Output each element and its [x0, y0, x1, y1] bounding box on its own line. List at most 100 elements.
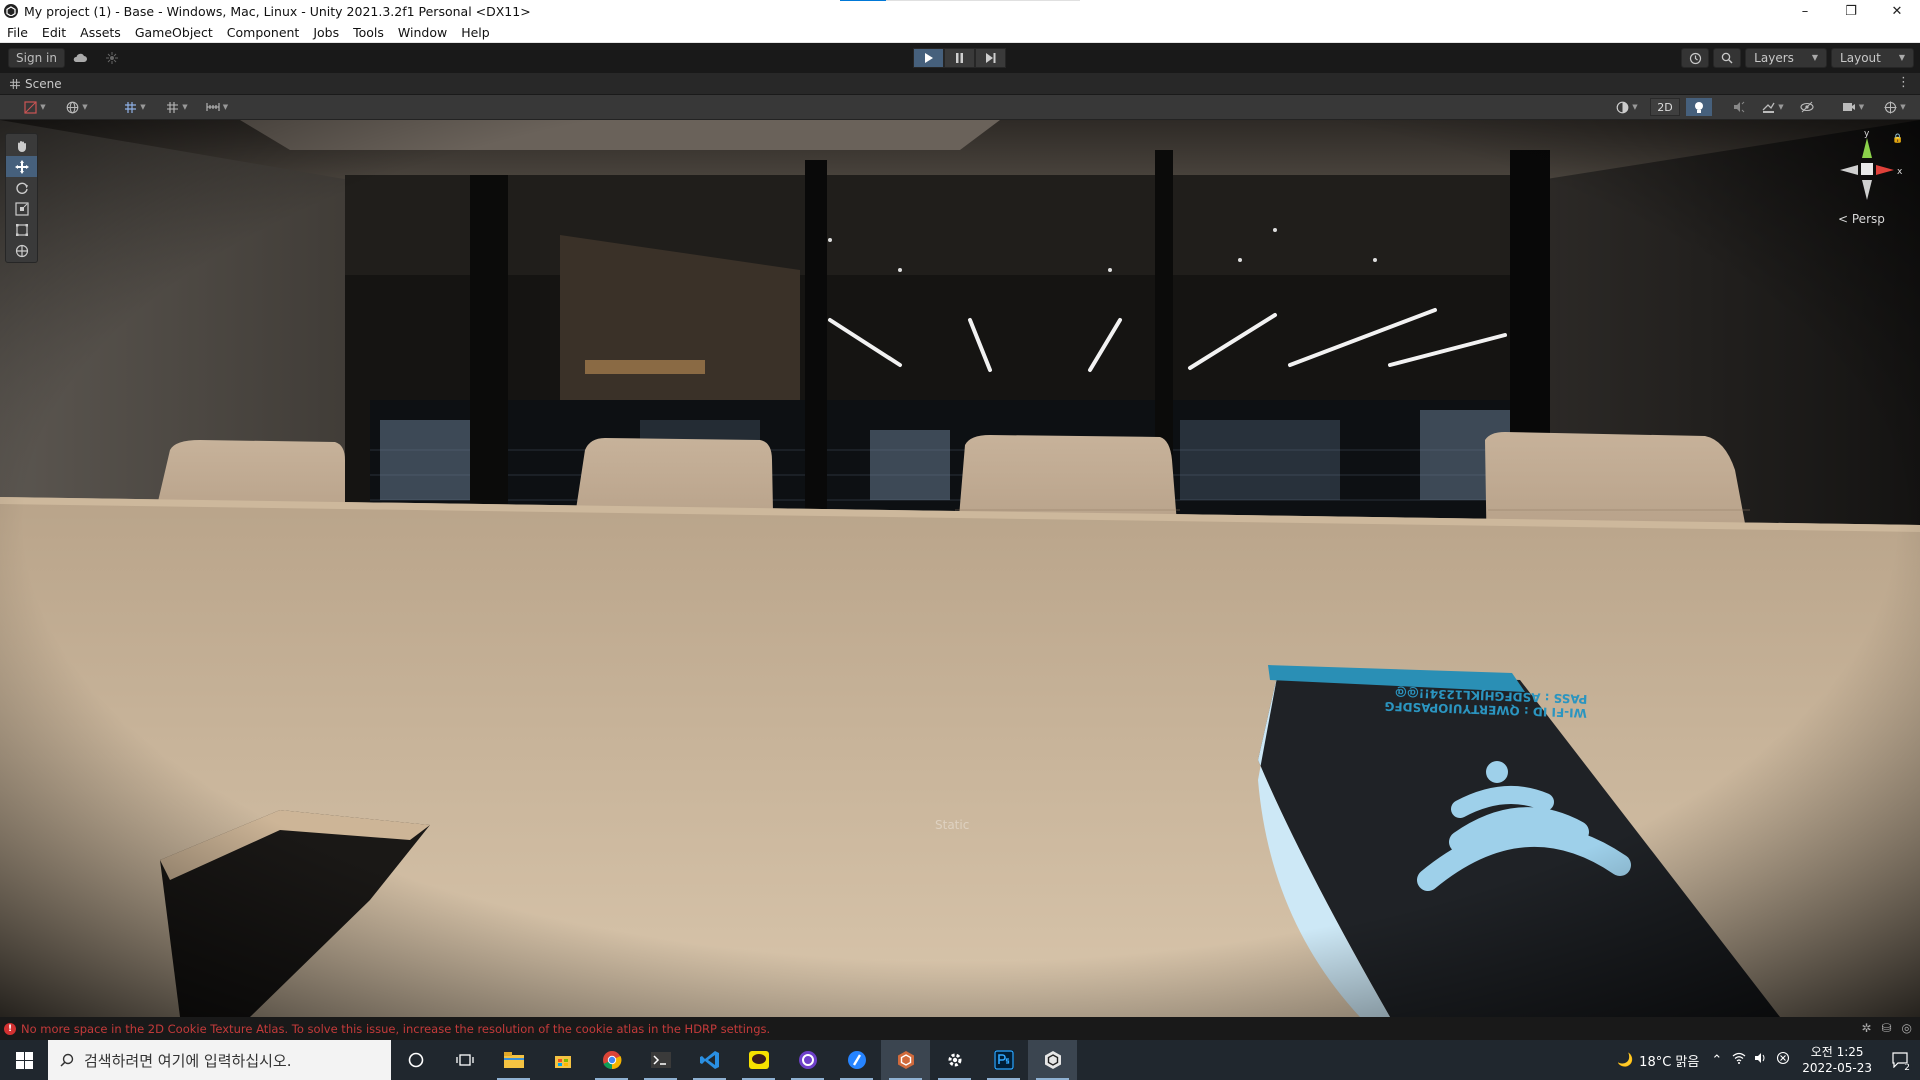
terminal-icon[interactable] — [636, 1040, 685, 1080]
taskbar-search-placeholder: 검색하려면 여기에 입력하십시오. — [84, 1051, 292, 1070]
toggle-2d-button[interactable]: 2D — [1650, 98, 1680, 116]
gizmo-x-label: x — [1897, 167, 1902, 177]
sign-in-button[interactable]: Sign in — [8, 48, 65, 68]
gizmos-dropdown[interactable]: ▼ — [1878, 98, 1912, 116]
task-view-icon[interactable] — [440, 1040, 489, 1080]
windows-taskbar: 검색하려면 여기에 입력하십시오. 🌙 18°C 맑음 ⌃ 오전 1:25 20… — [0, 1040, 1920, 1080]
grid-snap-dropdown[interactable]: ▼ — [118, 98, 152, 116]
scene-toolbar: ▼ ▼ ▼ ▼ ▼ ▼ 2D ▼ ▼ ▼ — [0, 95, 1920, 120]
clock-date: 2022-05-23 — [1802, 1061, 1872, 1075]
close-button[interactable]: ✕ — [1874, 0, 1920, 22]
grid-visibility-dropdown[interactable]: ▼ — [160, 98, 194, 116]
play-controls — [913, 48, 1006, 68]
photoshop-icon[interactable] — [979, 1040, 1028, 1080]
cortana-icon[interactable] — [391, 1040, 440, 1080]
menu-help[interactable]: Help — [454, 25, 497, 40]
clock-time: 오전 1:25 — [1810, 1045, 1864, 1059]
gizmo-y-label: y — [1864, 130, 1870, 139]
notification-count-badge: 2 — [1902, 1063, 1912, 1073]
menu-bar: File Edit Assets GameObject Component Jo… — [0, 22, 1920, 43]
chevron-down-icon: ▼ — [1811, 53, 1819, 62]
move-tool-icon[interactable] — [6, 156, 37, 177]
scale-tool-icon[interactable] — [6, 198, 37, 219]
unity-editor-icon[interactable] — [1028, 1040, 1077, 1080]
transform-tool-icon[interactable] — [6, 240, 37, 261]
tool-palette — [5, 133, 38, 263]
sourcetree-icon[interactable] — [832, 1040, 881, 1080]
settings-gear-icon[interactable] — [930, 1040, 979, 1080]
toolbar-right: Layers ▼ Layout ▼ — [1681, 48, 1914, 68]
rect-tool-icon[interactable] — [6, 219, 37, 240]
file-explorer-icon[interactable] — [489, 1040, 538, 1080]
notification-center-icon[interactable]: 2 — [1880, 1040, 1920, 1080]
play-button[interactable] — [913, 48, 944, 68]
unity-logo-icon — [4, 4, 18, 18]
maximize-button[interactable]: ❐ — [1828, 0, 1874, 22]
vscode-icon[interactable] — [685, 1040, 734, 1080]
taskbar-clock[interactable]: 오전 1:25 2022-05-23 — [1802, 1044, 1872, 1076]
cloud-icon[interactable] — [68, 48, 92, 68]
focus-indicator — [840, 0, 1080, 1]
search-icon — [60, 1053, 74, 1067]
more-options-icon[interactable]: ⋮ — [1897, 75, 1910, 90]
kakaotalk-icon[interactable] — [734, 1040, 783, 1080]
github-desktop-icon[interactable] — [783, 1040, 832, 1080]
cache-icon[interactable]: ⛁ — [1881, 1021, 1891, 1035]
static-overlay-label: Static — [935, 818, 970, 832]
tab-scene[interactable]: Scene — [0, 77, 62, 91]
persp-toggle[interactable]: < Persp — [1838, 212, 1885, 226]
error-icon: ! — [4, 1022, 16, 1035]
step-button[interactable] — [975, 48, 1006, 68]
lighting-toggle-icon[interactable] — [1686, 98, 1712, 116]
network-status-icon[interactable] — [1776, 1051, 1790, 1069]
menu-tools[interactable]: Tools — [346, 25, 391, 40]
camera-settings-dropdown[interactable]: ▼ — [1836, 98, 1870, 116]
debug-icon[interactable]: ✲ — [1861, 1021, 1871, 1035]
menu-assets[interactable]: Assets — [73, 25, 128, 40]
title-bar: My project (1) - Base - Windows, Mac, Li… — [0, 0, 1920, 22]
minimize-button[interactable]: – — [1782, 0, 1828, 22]
menu-file[interactable]: File — [0, 25, 35, 40]
history-icon[interactable] — [1681, 48, 1710, 68]
status-bar: ! No more space in the 2D Cookie Texture… — [0, 1017, 1920, 1040]
search-icon[interactable] — [1713, 48, 1742, 68]
hidden-objects-icon[interactable] — [1796, 98, 1818, 116]
menu-window[interactable]: Window — [391, 25, 454, 40]
layers-dropdown[interactable]: Layers ▼ — [1745, 48, 1828, 68]
rotate-tool-icon[interactable] — [6, 177, 37, 198]
store-icon[interactable] — [538, 1040, 587, 1080]
effects-dropdown[interactable]: ▼ — [1756, 98, 1790, 116]
menu-component[interactable]: Component — [220, 25, 307, 40]
globe-dropdown[interactable]: ▼ — [60, 98, 94, 116]
weather-text[interactable]: 18°C 맑음 — [1639, 1051, 1699, 1070]
shading-mode-dropdown[interactable]: ▼ — [1610, 98, 1644, 116]
unity-hub-icon[interactable] — [881, 1040, 930, 1080]
window-title: My project (1) - Base - Windows, Mac, Li… — [24, 3, 531, 19]
lock-icon[interactable]: 🔒 — [1892, 134, 1903, 144]
menu-gameobject[interactable]: GameObject — [128, 25, 220, 40]
volume-icon[interactable] — [1754, 1052, 1768, 1068]
layout-label: Layout — [1840, 51, 1881, 65]
collab-icon[interactable] — [100, 48, 124, 68]
audio-toggle-icon[interactable] — [1728, 98, 1750, 116]
chevron-down-icon: ▼ — [1898, 53, 1905, 62]
menu-jobs[interactable]: Jobs — [306, 25, 346, 40]
tray-chevron-icon[interactable]: ⌃ — [1711, 1053, 1722, 1068]
taskbar-search-box[interactable]: 검색하려면 여기에 입력하십시오. — [48, 1040, 391, 1080]
main-toolbar: Sign in Layers ▼ Layout ▼ — [0, 43, 1920, 73]
hand-tool-icon[interactable] — [6, 135, 37, 156]
menu-edit[interactable]: Edit — [35, 25, 73, 40]
system-tray: 🌙 18°C 맑음 ⌃ 오전 1:25 2022-05-23 2 — [1617, 1040, 1920, 1080]
status-check-icon[interactable]: ◎ — [1902, 1021, 1912, 1035]
wifi-icon[interactable] — [1732, 1052, 1746, 1068]
increment-snap-dropdown[interactable]: ▼ — [200, 98, 234, 116]
chrome-icon[interactable] — [587, 1040, 636, 1080]
layout-dropdown[interactable]: Layout ▼ — [1831, 48, 1914, 68]
persp-label: Persp — [1851, 212, 1885, 226]
console-message[interactable]: No more space in the 2D Cookie Texture A… — [21, 1022, 770, 1036]
weather-moon-icon[interactable]: 🌙 — [1617, 1053, 1633, 1068]
draw-mode-dropdown[interactable]: ▼ — [18, 98, 52, 116]
scene-viewport[interactable]: Static WI-FI ID : QWERTYUIOPASDFG PASS :… — [0, 120, 1920, 1017]
pause-button[interactable] — [944, 48, 975, 68]
windows-start-icon[interactable] — [0, 1040, 48, 1080]
